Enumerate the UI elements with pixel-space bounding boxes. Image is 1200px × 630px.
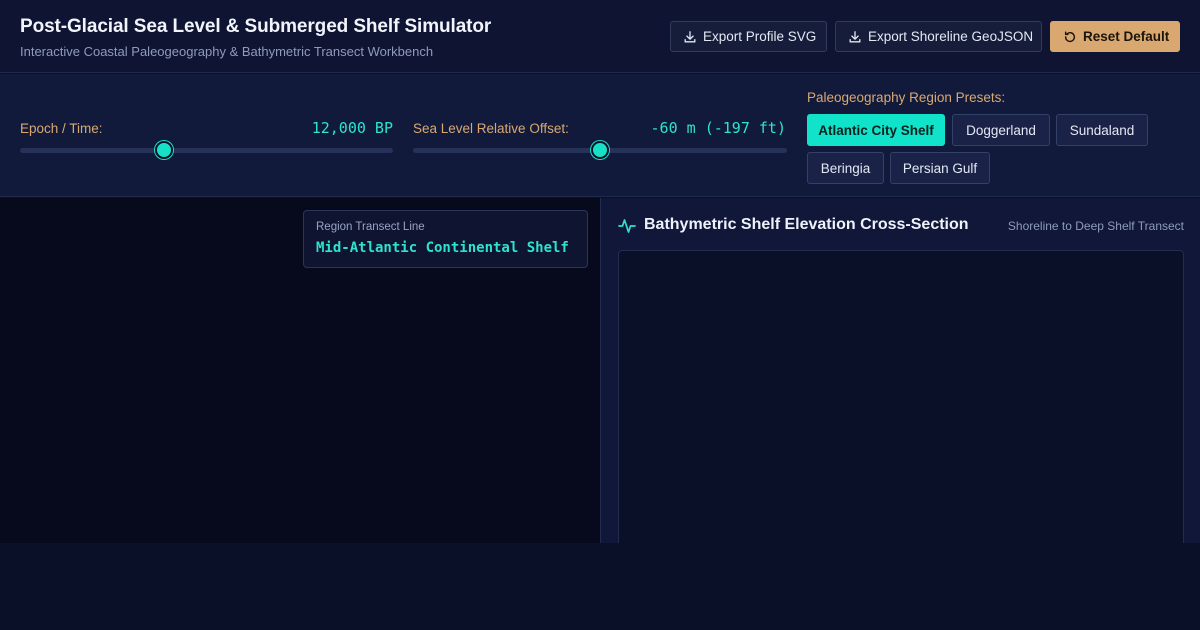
- transect-info-card: Region Transect Line Mid-Atlantic Contin…: [303, 210, 588, 268]
- bathymetric-profile-panel: Bathymetric Shelf Elevation Cross-Sectio…: [600, 198, 1200, 550]
- preset-beringia[interactable]: Beringia: [807, 152, 884, 184]
- sea-level-label: Sea Level Relative Offset:: [413, 121, 569, 136]
- export-shoreline-geojson-button[interactable]: Export Shoreline GeoJSON: [835, 21, 1042, 52]
- preset-sundaland[interactable]: Sundaland: [1056, 114, 1148, 146]
- reset-default-button[interactable]: Reset Default: [1050, 21, 1180, 52]
- cross-section-plot[interactable]: [618, 250, 1184, 550]
- preset-doggerland[interactable]: Doggerland: [952, 114, 1050, 146]
- epoch-slider-thumb[interactable]: [155, 141, 173, 159]
- controls-panel: Epoch / Time: 12,000 BP Sea Level Relati…: [0, 74, 1200, 197]
- page-subtitle: Interactive Coastal Paleogeography & Bat…: [20, 44, 434, 59]
- sea-level-value: -60 m (-197 ft): [650, 119, 786, 137]
- transect-name: Mid-Atlantic Continental Shelf: [316, 240, 569, 256]
- export-shoreline-geojson-label: Export Shoreline GeoJSON: [868, 29, 1034, 44]
- activity-icon: [618, 219, 636, 233]
- transect-caption: Region Transect Line: [316, 221, 425, 233]
- epoch-value: 12,000 BP: [311, 119, 393, 137]
- preset-atlantic-city-shelf[interactable]: Atlantic City Shelf: [807, 114, 945, 146]
- export-profile-svg-label: Export Profile SVG: [703, 29, 817, 44]
- app-header: Post-Glacial Sea Level & Submerged Shelf…: [0, 0, 1200, 73]
- export-profile-svg-button[interactable]: Export Profile SVG: [670, 21, 827, 52]
- reset-default-label: Reset Default: [1083, 29, 1170, 44]
- profile-title: Bathymetric Shelf Elevation Cross-Sectio…: [644, 216, 969, 233]
- sea-level-slider-thumb[interactable]: [591, 141, 609, 159]
- page-background: [0, 543, 1200, 630]
- paleogeography-map[interactable]: Region Transect Line Mid-Atlantic Contin…: [0, 198, 600, 543]
- preset-persian-gulf[interactable]: Persian Gulf: [890, 152, 990, 184]
- download-icon: [684, 30, 696, 42]
- epoch-slider-track[interactable]: [20, 148, 393, 153]
- epoch-label: Epoch / Time:: [20, 121, 103, 136]
- page-title: Post-Glacial Sea Level & Submerged Shelf…: [20, 16, 492, 37]
- profile-subtitle: Shoreline to Deep Shelf Transect: [1007, 219, 1184, 233]
- region-presets-label: Paleogeography Region Presets:: [807, 90, 1006, 105]
- app-root: Post-Glacial Sea Level & Submerged Shelf…: [0, 0, 1200, 630]
- reset-icon: [1064, 30, 1076, 42]
- download-icon: [849, 30, 861, 42]
